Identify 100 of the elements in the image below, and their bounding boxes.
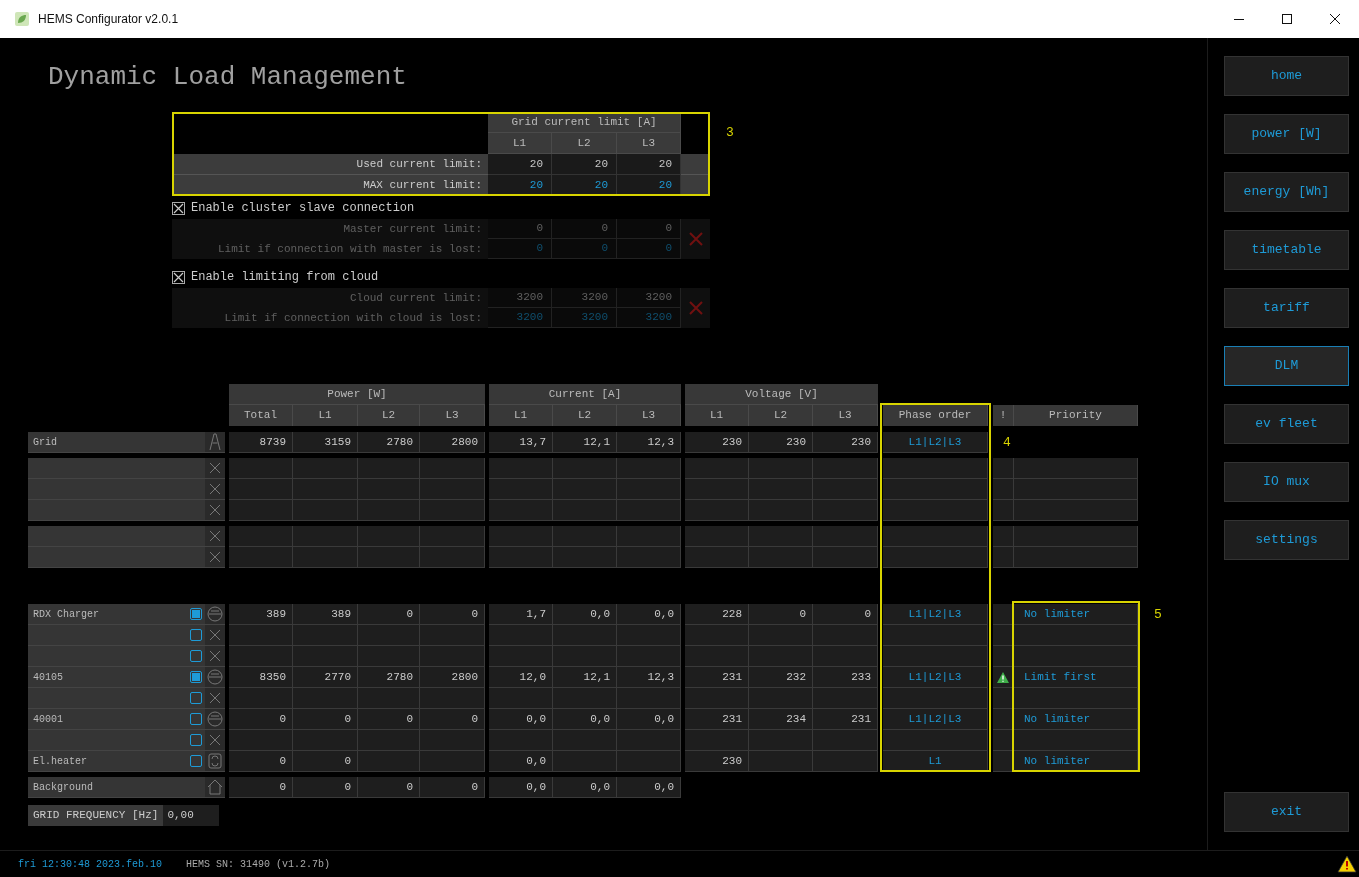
- priority-cell[interactable]: No limiter: [1014, 604, 1138, 625]
- table-cell: 8739: [229, 432, 293, 453]
- nav-button[interactable]: ev fleet: [1224, 404, 1349, 444]
- nav-button[interactable]: settings: [1224, 520, 1349, 560]
- nav-button[interactable]: tariff: [1224, 288, 1349, 328]
- cross-icon[interactable]: [209, 483, 221, 495]
- circle-icon: [207, 606, 223, 622]
- circle-icon: [207, 669, 223, 685]
- priority-cell[interactable]: No limiter: [1014, 751, 1138, 772]
- table-cell: 12,1: [553, 667, 617, 688]
- cross-icon[interactable]: [209, 650, 221, 662]
- cross-icon: [687, 300, 704, 316]
- checkbox[interactable]: [190, 650, 202, 662]
- table-cell: 0: [420, 604, 485, 625]
- column-header: L3: [617, 133, 681, 154]
- table-cell: 0,0: [553, 709, 617, 730]
- column-header: L1: [488, 133, 552, 154]
- maximize-icon[interactable]: [1281, 13, 1293, 25]
- app-icon: [14, 11, 30, 27]
- phase-order-cell: L1|L2|L3: [883, 667, 988, 688]
- close-icon[interactable]: [1329, 13, 1341, 25]
- checkbox[interactable]: [190, 671, 202, 683]
- cross-icon[interactable]: [209, 530, 221, 542]
- nav-button[interactable]: power [W]: [1224, 114, 1349, 154]
- input-field[interactable]: 20: [552, 175, 617, 196]
- table-cell: 0: [229, 751, 293, 772]
- nav-button[interactable]: DLM: [1224, 346, 1349, 386]
- table-cell: 12,3: [617, 667, 681, 688]
- cross-icon[interactable]: [209, 734, 221, 746]
- table-cell: 232: [749, 667, 813, 688]
- checkbox[interactable]: [172, 270, 185, 284]
- table-cell: 0: [420, 709, 485, 730]
- table-cell: 0,0: [489, 777, 553, 798]
- cross-icon[interactable]: [209, 504, 221, 516]
- annotation-label: 4: [1002, 433, 1012, 452]
- nav-button[interactable]: IO mux: [1224, 462, 1349, 502]
- table-cell: 20: [488, 154, 552, 175]
- column-header: Priority: [1014, 405, 1138, 426]
- checkbox[interactable]: [190, 629, 202, 641]
- checkbox-label: Enable limiting from cloud: [191, 269, 379, 286]
- window-title: HEMS Configurator v2.0.1: [38, 11, 179, 28]
- field-value: 0,00: [163, 805, 220, 826]
- column-header: L1: [489, 405, 553, 426]
- cross-icon[interactable]: [209, 462, 221, 474]
- table-cell: 0: [358, 777, 420, 798]
- cross-icon[interactable]: [209, 629, 221, 641]
- table-cell: 0: [552, 219, 617, 239]
- checkbox[interactable]: [190, 608, 202, 620]
- table-cell: 2780: [358, 432, 420, 453]
- cross-icon[interactable]: [209, 551, 221, 563]
- row-label: Limit if connection with master is lost:: [172, 239, 488, 259]
- column-header: L2: [552, 133, 617, 154]
- nav-button[interactable]: timetable: [1224, 230, 1349, 270]
- circle-icon: [207, 711, 223, 727]
- input-field[interactable]: 20: [488, 175, 552, 196]
- table-cell: 0: [229, 777, 293, 798]
- table-cell: 230: [685, 432, 749, 453]
- column-header: L2: [749, 405, 813, 426]
- checkbox[interactable]: [172, 201, 185, 215]
- status-datetime: fri 12:30:48 2023.feb.10: [18, 857, 163, 872]
- table-cell: 233: [813, 667, 878, 688]
- table-cell: 12,1: [553, 432, 617, 453]
- annotation-label: 5: [1153, 605, 1163, 624]
- table-cell: 1,7: [489, 604, 553, 625]
- column-header: Total: [229, 405, 293, 426]
- checkbox[interactable]: [190, 713, 202, 725]
- column-group-header: Voltage [V]: [685, 384, 878, 405]
- table-cell: 230: [685, 751, 749, 772]
- table-cell: 228: [685, 604, 749, 625]
- input-field[interactable]: 20: [617, 175, 681, 196]
- table-cell: 3159: [293, 432, 358, 453]
- device-name: El.heater: [33, 754, 87, 769]
- table-cell: 0,0: [617, 709, 681, 730]
- nav-button[interactable]: energy [Wh]: [1224, 172, 1349, 212]
- checkbox-label: Enable cluster slave connection: [191, 200, 415, 217]
- pylon-icon: [209, 433, 221, 451]
- priority-cell[interactable]: Limit first: [1014, 667, 1138, 688]
- table-cell: 230: [813, 432, 878, 453]
- exit-button[interactable]: exit: [1224, 792, 1349, 832]
- phase-order-cell: L1: [883, 751, 988, 772]
- table-cell: 0,0: [617, 777, 681, 798]
- priority-cell[interactable]: No limiter: [1014, 709, 1138, 730]
- table-cell: 20: [552, 154, 617, 175]
- cross-icon[interactable]: [209, 692, 221, 704]
- device-name: Grid: [33, 435, 57, 450]
- table-cell: 0: [293, 709, 358, 730]
- row-label: Used current limit:: [172, 154, 488, 175]
- column-header: Phase order: [883, 405, 988, 426]
- table-cell: 3200: [552, 288, 617, 308]
- checkbox[interactable]: [190, 692, 202, 704]
- nav-button[interactable]: home: [1224, 56, 1349, 96]
- table-cell: 0: [358, 604, 420, 625]
- checkbox[interactable]: [190, 755, 202, 767]
- field-label: GRID FREQUENCY [Hz]: [28, 805, 164, 826]
- table-cell: 13,7: [489, 432, 553, 453]
- column-header: L2: [553, 405, 617, 426]
- checkbox[interactable]: [190, 734, 202, 746]
- device-name: 40001: [33, 712, 63, 727]
- phase-order-cell: L1|L2|L3: [883, 604, 988, 625]
- table-cell: 234: [749, 709, 813, 730]
